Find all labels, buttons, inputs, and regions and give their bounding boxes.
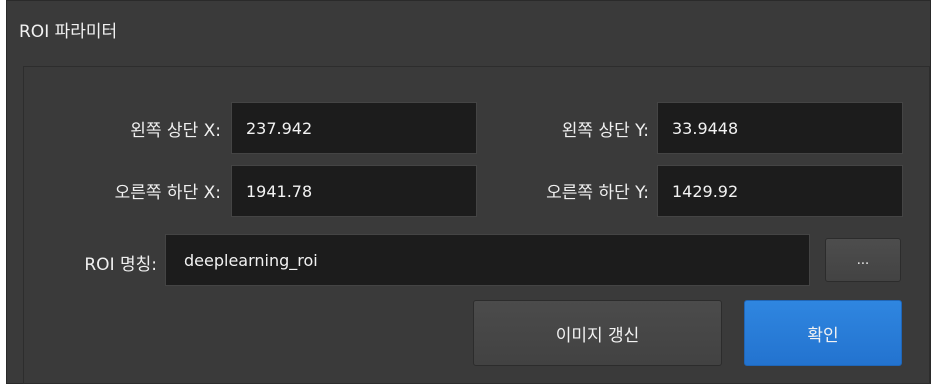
- panel-title: ROI 파라미터: [19, 22, 118, 42]
- bottom-right-x-label: 오른쪽 하단 X:: [114, 183, 221, 203]
- top-left-y-input[interactable]: 33.9448: [657, 102, 903, 154]
- top-left-y-label: 왼쪽 상단 Y:: [561, 121, 649, 141]
- roi-dialog: ROI 파라미터 왼쪽 상단 X: 237.942 왼쪽 상단 Y: 33.94…: [0, 0, 939, 390]
- roi-name-input[interactable]: deeplearning_roi: [165, 234, 810, 286]
- bottom-right-y-input[interactable]: 1429.92: [657, 165, 903, 217]
- roi-name-label: ROI 명칭:: [84, 255, 157, 275]
- update-image-button[interactable]: 이미지 갱신: [473, 300, 722, 366]
- confirm-button[interactable]: 확인: [744, 300, 902, 366]
- bottom-right-x-input[interactable]: 1941.78: [231, 165, 477, 217]
- bottom-right-y-label: 오른쪽 하단 Y:: [546, 183, 649, 203]
- top-left-x-input[interactable]: 237.942: [231, 102, 477, 154]
- roi-parameter-panel: ROI 파라미터 왼쪽 상단 X: 237.942 왼쪽 상단 Y: 33.94…: [6, 0, 931, 384]
- browse-button[interactable]: ...: [825, 238, 901, 282]
- top-left-x-label: 왼쪽 상단 X:: [130, 121, 221, 141]
